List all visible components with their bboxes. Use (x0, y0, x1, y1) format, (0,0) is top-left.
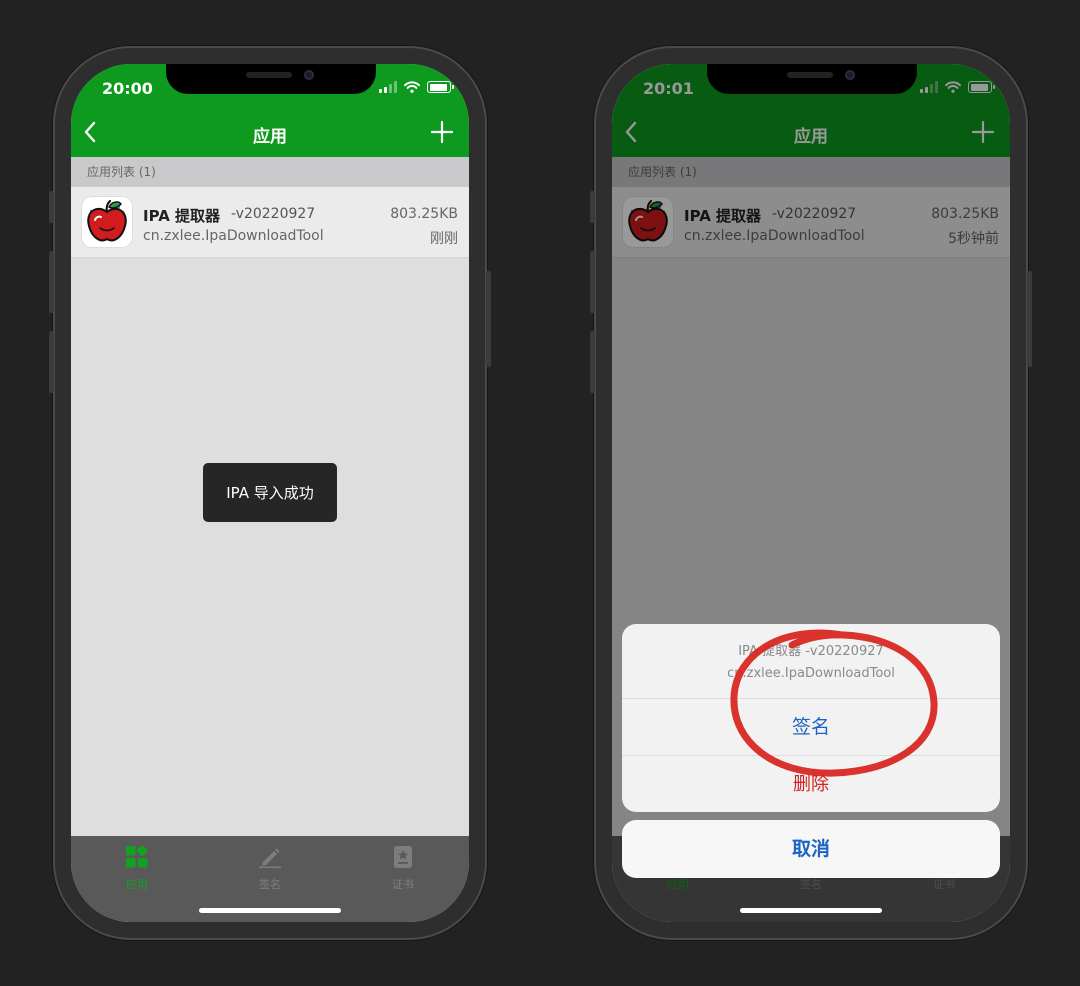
tab-apps[interactable]: 应用 (77, 845, 197, 892)
app-bundle-id: cn.zxlee.IpaDownloadTool (143, 228, 324, 244)
volume-down-button (590, 331, 595, 393)
app-file-size: 803.25KB (390, 206, 458, 222)
power-button (1027, 271, 1032, 367)
home-indicator[interactable] (199, 908, 341, 913)
section-header: 应用列表 (1) (71, 157, 469, 187)
app-import-time: 刚刚 (430, 231, 458, 247)
home-indicator[interactable] (740, 908, 882, 913)
action-sheet: IPA 提取器 -v20220927 cn.zxlee.IpaDownloadT… (622, 624, 1000, 812)
volume-down-button (49, 331, 54, 393)
tab-apps-label: 应用 (126, 878, 148, 891)
plus-icon[interactable] (431, 121, 453, 143)
mute-switch (590, 191, 595, 223)
delete-button[interactable]: 删除 (622, 756, 1000, 812)
mute-switch (49, 191, 54, 223)
volume-up-button (49, 251, 54, 313)
grid-apps-icon (126, 845, 148, 868)
toast-message: IPA 导入成功 (203, 463, 337, 522)
app-version: -v20220927 (231, 206, 316, 222)
screen-right: 20:01 应用 应用列表 (1) IPA 提取器 -v20220927 cn.… (612, 64, 1010, 922)
screen-left: 20:00 应用 应用列表 (1) IPA 提取器 -v20220927 cn.… (71, 64, 469, 922)
action-sheet-title: IPA 提取器 -v20220927 (738, 644, 884, 659)
notch (166, 64, 376, 94)
action-sheet-header: IPA 提取器 -v20220927 cn.zxlee.IpaDownloadT… (622, 624, 1000, 699)
cellular-signal-icon (379, 81, 397, 93)
notch (707, 64, 917, 94)
battery-icon (427, 81, 454, 93)
tab-sign[interactable]: 签名 (210, 846, 330, 892)
tab-certificate-label: 证书 (392, 878, 414, 891)
list-empty-area (71, 258, 469, 836)
status-icons (379, 81, 454, 93)
tab-sign-label: 签名 (259, 878, 281, 891)
volume-up-button (590, 251, 595, 313)
certificate-icon (394, 846, 412, 868)
action-sheet-subtitle: cn.zxlee.IpaDownloadTool (727, 666, 895, 681)
sign-button[interactable]: 签名 (622, 699, 1000, 756)
phone-frame-left: 20:00 应用 应用列表 (1) IPA 提取器 -v20220927 cn.… (49, 46, 491, 940)
app-list-item[interactable]: IPA 提取器 -v20220927 cn.zxlee.IpaDownloadT… (71, 187, 469, 258)
phone-frame-right: 20:01 应用 应用列表 (1) IPA 提取器 -v20220927 cn.… (590, 46, 1032, 940)
app-name: IPA 提取器 (143, 207, 221, 225)
cancel-button[interactable]: 取消 (622, 820, 1000, 878)
wifi-icon (404, 81, 420, 93)
power-button (486, 271, 491, 367)
pencil-icon (259, 848, 281, 868)
status-time: 20:00 (102, 79, 153, 98)
page-title: 应用 (253, 127, 287, 147)
tab-certificate[interactable]: 证书 (343, 846, 463, 892)
apple-app-icon (81, 196, 133, 248)
